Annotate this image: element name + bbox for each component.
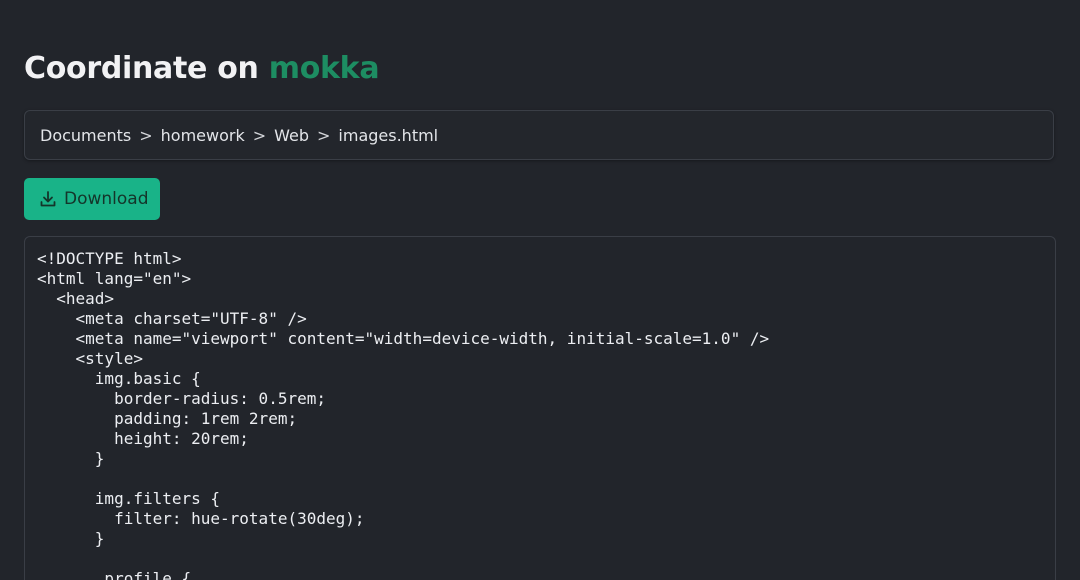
- code-line: <style>: [37, 349, 143, 368]
- breadcrumb-separator: >: [252, 125, 267, 145]
- code-line: }: [37, 449, 105, 468]
- code-line: .profile {: [37, 569, 192, 580]
- code-line: ​: [37, 469, 1055, 489]
- code-line: }: [37, 529, 105, 548]
- code-line: <html lang="en">: [37, 269, 192, 288]
- code-line: ​: [37, 549, 1055, 569]
- breadcrumb-item-documents[interactable]: Documents: [40, 126, 131, 145]
- code-line: img.basic {: [37, 369, 201, 388]
- download-button[interactable]: Download: [24, 178, 160, 220]
- breadcrumb-item-current-file: images.html: [338, 125, 439, 145]
- download-icon: [39, 190, 57, 208]
- code-line: border-radius: 0.5rem;: [37, 389, 326, 408]
- code-viewer[interactable]: <!DOCTYPE html> <html lang="en"> <head> <…: [24, 236, 1056, 580]
- code-line: filter: hue-rotate(30deg);: [37, 509, 365, 528]
- code-content: <!DOCTYPE html> <html lang="en"> <head> <…: [25, 237, 1055, 580]
- breadcrumb: Documents > homework > Web > images.html: [24, 110, 1054, 160]
- code-line: height: 20rem;: [37, 429, 249, 448]
- code-line: <meta charset="UTF-8" />: [37, 309, 307, 328]
- code-line: <head>: [37, 289, 115, 308]
- code-line: padding: 1rem 2rem;: [37, 409, 298, 428]
- breadcrumb-item-homework[interactable]: homework: [161, 126, 245, 145]
- code-line: <meta name="viewport" content="width=dev…: [37, 329, 770, 348]
- breadcrumb-item-web[interactable]: Web: [274, 126, 309, 145]
- page-title-accent: mokka: [268, 51, 380, 86]
- breadcrumb-separator: >: [317, 125, 331, 145]
- breadcrumb-separator: >: [139, 125, 153, 145]
- code-line: img.filters {: [37, 489, 221, 508]
- download-button-label: Download: [64, 189, 149, 209]
- code-line: <!DOCTYPE html>: [37, 249, 182, 268]
- page-title: Coordinate on mokka: [24, 47, 380, 91]
- page-title-prefix: Coordinate on: [24, 51, 269, 86]
